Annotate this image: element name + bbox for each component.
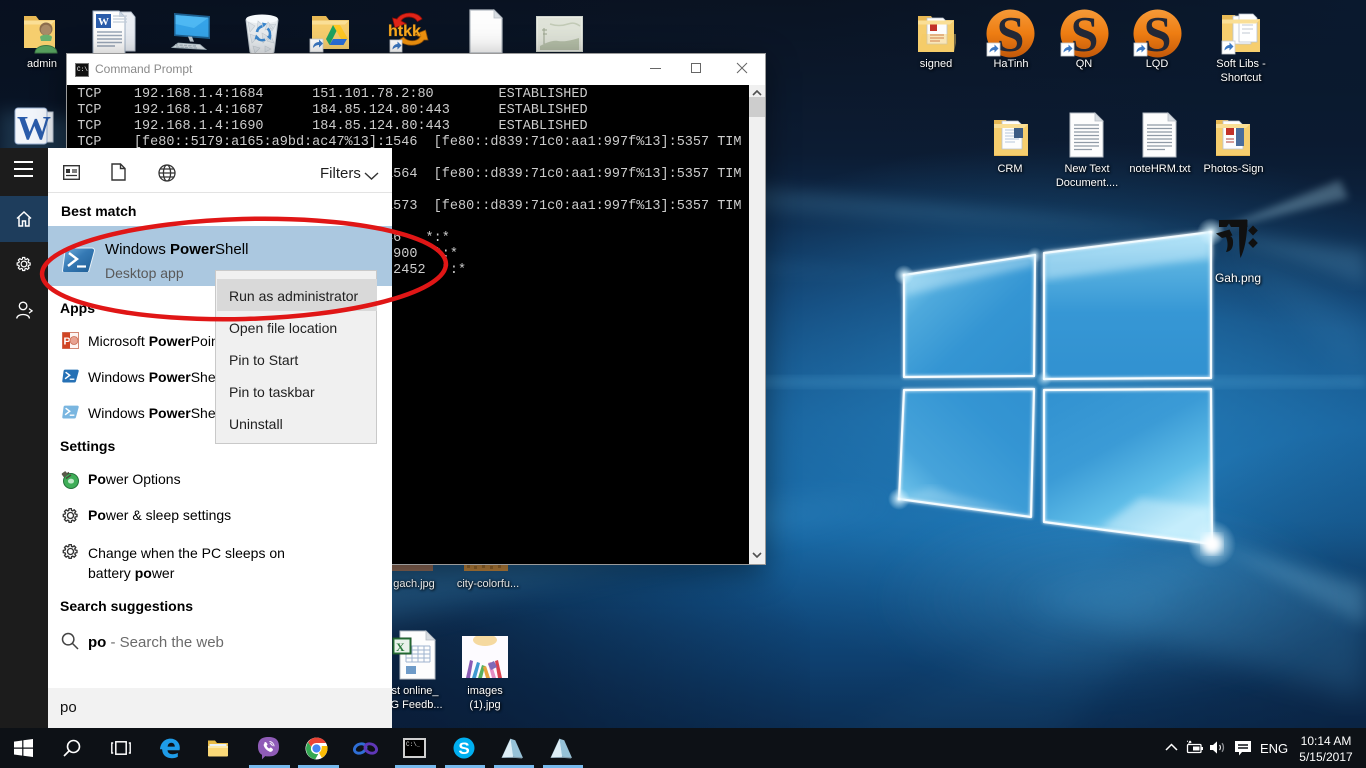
svg-text:S: S bbox=[1071, 9, 1099, 58]
svg-text:P: P bbox=[64, 336, 71, 348]
svg-text:W: W bbox=[17, 110, 51, 146]
svg-text:X: X bbox=[396, 640, 405, 654]
svg-text:W: W bbox=[98, 16, 109, 28]
svg-text:htkk: htkk bbox=[388, 23, 421, 40]
svg-text:S: S bbox=[458, 739, 469, 758]
svg-text:S: S bbox=[997, 9, 1025, 58]
svg-text:S: S bbox=[1144, 9, 1172, 58]
